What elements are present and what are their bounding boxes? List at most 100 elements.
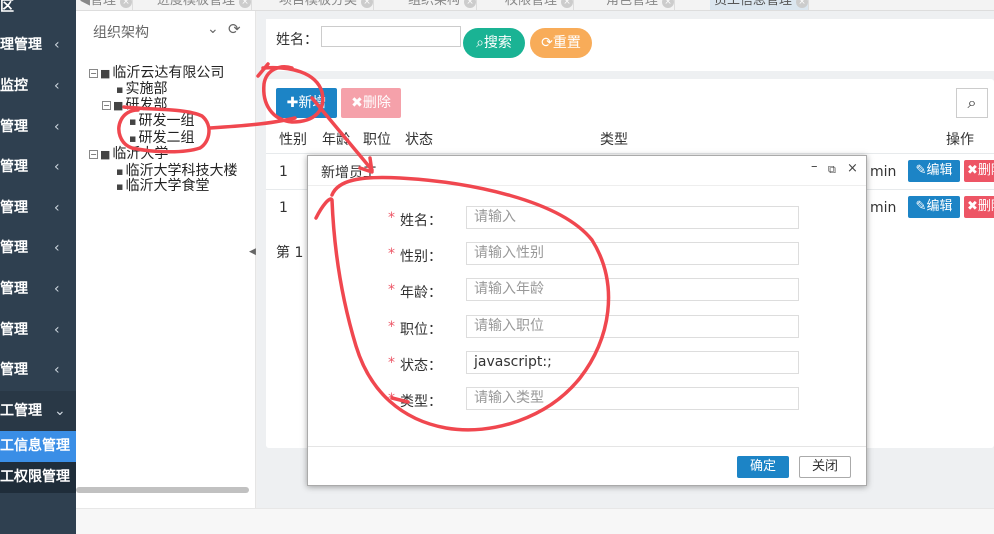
maximize-icon[interactable]: ⧉ (828, 163, 836, 177)
refresh-icon[interactable]: ⟳ (228, 20, 241, 38)
sidebar-subitem-employee-permission[interactable]: 工权限管理 (0, 462, 76, 493)
tab-3[interactable]: 组织架构 × (404, 0, 478, 10)
minimize-icon[interactable]: – (811, 159, 818, 174)
tab-label: 角色管理 (606, 0, 659, 8)
tree-node[interactable]: − ■ 研发部 (102, 97, 167, 114)
cell: 1 (279, 200, 288, 216)
sidebar-item-label: 管理 (0, 362, 28, 378)
table-header: 性别 年龄 职位 状态 类型 操作 (266, 129, 994, 149)
tree-node[interactable]: ▪ 临沂大学食堂 (116, 178, 209, 195)
sidebar-item-7[interactable]: 管理 ‹ (0, 269, 76, 309)
cell: 1 (279, 164, 288, 180)
reset-button[interactable]: ⟳重置 (530, 28, 592, 58)
tree-node-label: 临沂大学 (112, 146, 169, 162)
chevron-left-icon: ‹ (54, 78, 60, 94)
folder-icon: ■ (113, 99, 124, 112)
search-button[interactable]: ⌕搜索 (463, 28, 525, 58)
reset-button-label: 重置 (552, 35, 581, 51)
tree-node[interactable]: − ■ 临沂大学 (89, 146, 168, 163)
search-bar: 姓名： (266, 19, 994, 71)
refresh-icon: ⟳ (541, 35, 553, 51)
delete-button[interactable]: ✖删除 (341, 88, 401, 118)
confirm-button[interactable]: 确定 (737, 456, 789, 478)
tab-1[interactable]: 进度模板管理 × (153, 0, 253, 10)
footer-strip (76, 508, 994, 534)
tab-label: 组织架构 (408, 0, 461, 8)
chevron-left-icon: ‹ (54, 200, 60, 216)
collapse-toggle-icon[interactable]: − (89, 69, 98, 78)
sidebar-item-3[interactable]: 管理 ‹ (0, 107, 76, 147)
dialog-footer: 确定 关闭 (308, 446, 866, 485)
form-row-type: * 类型： 请输入类型 (308, 387, 866, 411)
sidebar-item-2[interactable]: 监控 ‹ (0, 66, 76, 106)
chevron-left-icon: ‹ (54, 119, 60, 135)
plus-icon: ✚ (286, 95, 299, 111)
row-delete-button[interactable]: ✖删除 (964, 196, 994, 218)
tab-0[interactable]: ◀管理 × (76, 0, 133, 10)
sidebar-item-9[interactable]: 管理 ‹ (0, 350, 76, 390)
type-input[interactable]: 请输入类型 (466, 387, 799, 410)
sidebar-item-6[interactable]: 管理 ‹ (0, 228, 76, 268)
chevron-left-icon: ‹ (54, 37, 60, 53)
gender-input[interactable]: 请输入性别 (466, 242, 799, 265)
close-icon[interactable]: × (847, 161, 858, 176)
tab-5[interactable]: 角色管理 × (602, 0, 676, 10)
sidebar-item-label: 管理 (0, 119, 28, 135)
tree-node-label: 临沂大学科技大楼 (125, 163, 238, 179)
add-employee-button[interactable]: ✚新增 (276, 88, 337, 118)
tab-2[interactable]: 项目模板分类 × (275, 0, 375, 10)
close-icon[interactable]: × (120, 0, 132, 8)
search-button-label: 搜索 (483, 35, 512, 51)
tree-node[interactable]: ▪ 实施部 (116, 81, 167, 98)
tree-node[interactable]: − ■ 临沂云达有限公司 (89, 65, 224, 82)
sidebar-item-8[interactable]: 管理 ‹ (0, 310, 76, 350)
close-icon[interactable]: × (361, 0, 374, 8)
chevron-down-icon[interactable]: ⌄ (207, 21, 219, 37)
close-icon[interactable]: × (239, 0, 252, 8)
name-filter-input[interactable] (321, 26, 461, 47)
tree-node-label: 研发一组 (138, 113, 195, 129)
field-label: 类型： (400, 394, 442, 410)
file-icon: ▪ (116, 180, 124, 193)
row-delete-button[interactable]: ✖删除 (964, 160, 994, 182)
cell: min (870, 200, 897, 216)
sidebar-item-5[interactable]: 管理 ‹ (0, 188, 76, 228)
tab-employee-info[interactable]: 员工信息管理 × (710, 0, 810, 10)
name-input[interactable]: 请输入 (466, 206, 799, 229)
chevron-left-icon: ‹ (54, 240, 60, 256)
edit-button-label: 编辑 (926, 163, 953, 178)
collapse-toggle-icon[interactable]: − (102, 101, 111, 110)
collapse-toggle-icon[interactable]: − (89, 150, 98, 159)
edit-button[interactable]: ✎编辑 (908, 196, 960, 218)
close-icon[interactable]: × (464, 0, 477, 8)
sidebar-item-4[interactable]: 管理 ‹ (0, 147, 76, 187)
close-icon[interactable]: × (662, 0, 675, 8)
chevron-down-icon: ⌄ (54, 403, 66, 419)
tree-node[interactable]: ▪ 研发二组 (129, 130, 194, 147)
age-input[interactable]: 请输入年龄 (466, 278, 799, 301)
sidebar-item-label: 工管理 (0, 403, 42, 419)
add-button-label: 新增 (298, 95, 327, 111)
collapse-panel-icon[interactable]: ◀ (249, 247, 256, 257)
horizontal-scrollbar[interactable] (76, 487, 249, 493)
required-mark: * (388, 391, 395, 407)
table-search-button[interactable]: ⌕ (956, 88, 988, 118)
edit-button[interactable]: ✎编辑 (908, 160, 960, 182)
file-icon: ▪ (116, 83, 124, 96)
tab-4[interactable]: 权限管理 × (501, 0, 575, 10)
edit-button-label: 编辑 (926, 199, 953, 214)
tab-label: ◀管理 (80, 0, 116, 8)
sidebar-subitem-employee-info[interactable]: 工信息管理 (0, 431, 76, 462)
close-icon[interactable]: × (796, 0, 809, 8)
tree-node[interactable]: ▪ 研发一组 (129, 113, 194, 130)
sidebar-item-1[interactable]: 理管理 ‹ (0, 25, 76, 65)
form-row-position: * 职位： 请输入职位 (308, 315, 866, 339)
delete-button-label: 删除 (362, 95, 391, 111)
sidebar-item-label: 管理 (0, 240, 28, 256)
close-icon[interactable]: × (561, 0, 574, 8)
position-input[interactable]: 请输入职位 (466, 315, 799, 338)
sidebar-item-employee-mgmt[interactable]: 工管理 ⌄ (0, 391, 76, 431)
sidebar-item-0[interactable]: 区 (0, 0, 76, 27)
close-button[interactable]: 关闭 (799, 456, 851, 478)
status-input[interactable]: javascript:; (466, 351, 799, 374)
